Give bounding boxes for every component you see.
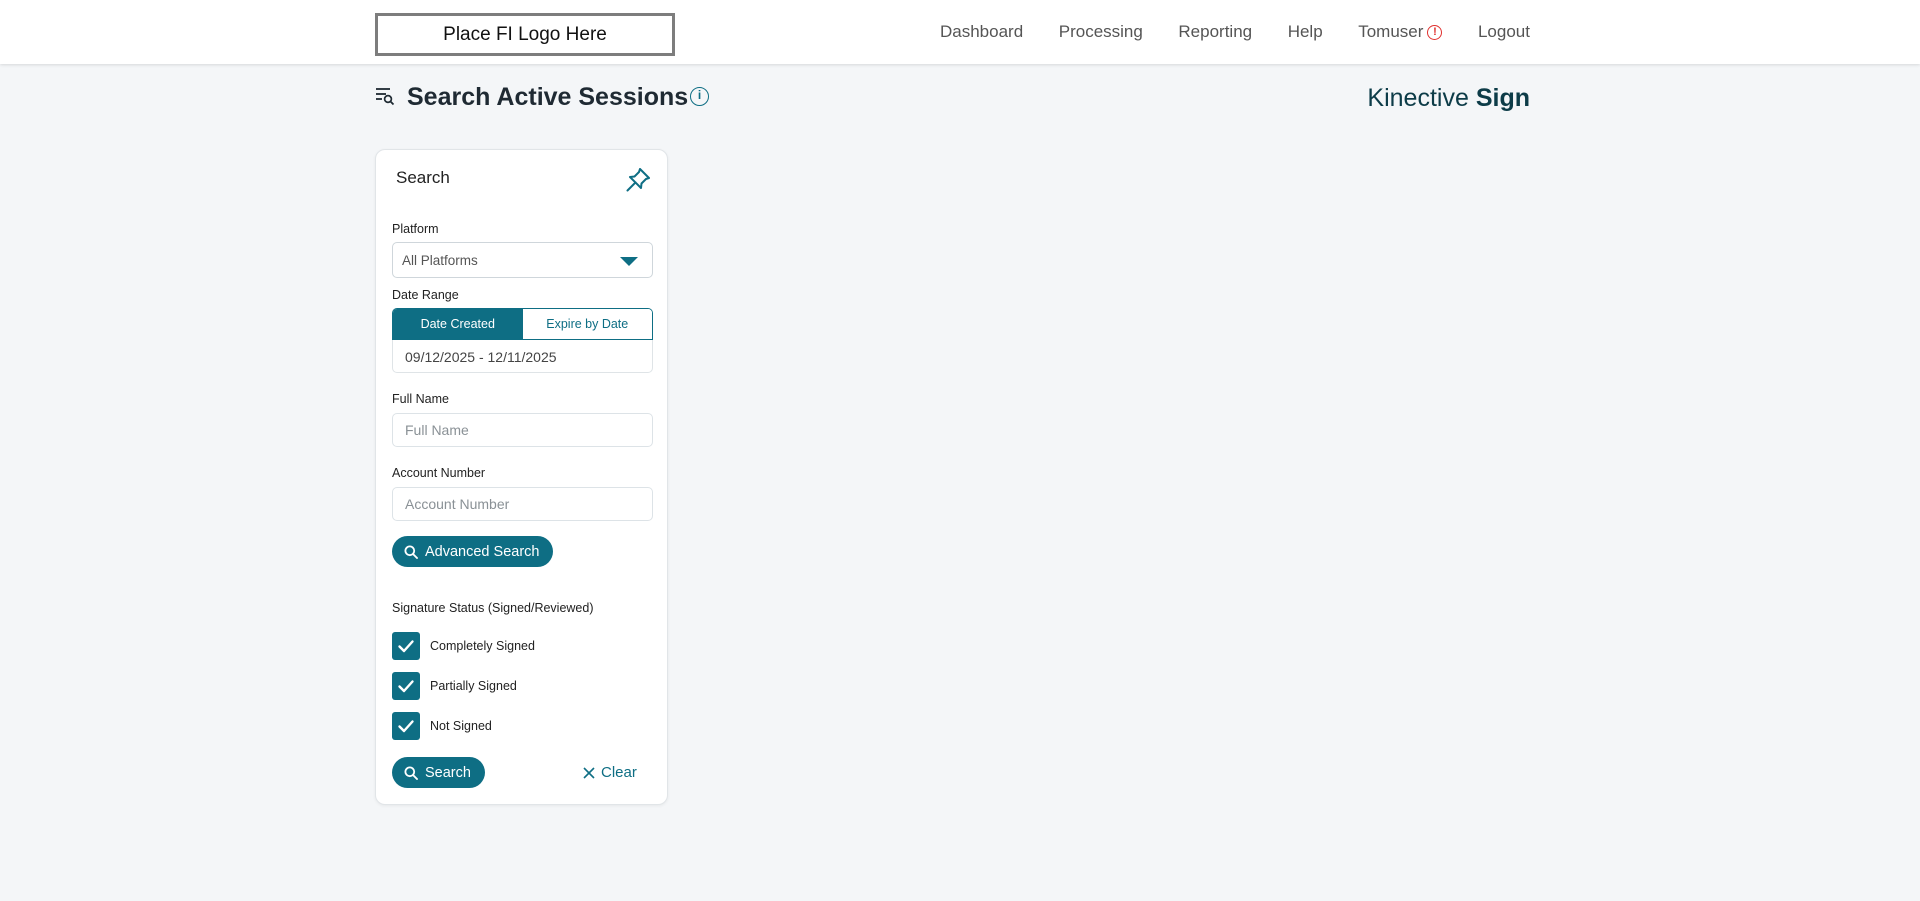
pin-icon[interactable]: [624, 166, 652, 194]
exclamation-circle-icon: !: [1427, 24, 1443, 40]
search-icon: [404, 766, 418, 780]
info-icon[interactable]: i: [690, 87, 709, 106]
nav-logout[interactable]: Logout: [1478, 22, 1530, 42]
search-icon: [404, 545, 418, 559]
checkbox-completely-signed[interactable]: Completely Signed: [392, 632, 535, 660]
nav-reporting[interactable]: Reporting: [1178, 22, 1252, 42]
checkbox-partially-signed[interactable]: Partially Signed: [392, 672, 517, 700]
kinective-sign-logo: Kinective Sign: [1300, 84, 1530, 113]
signature-status-label: Signature Status (Signed/Reviewed): [392, 601, 594, 615]
clear-button-label: Clear: [601, 764, 637, 781]
search-panel-title: Search: [396, 168, 450, 187]
status-partially-signed: Partially Signed: [430, 679, 517, 693]
checkbox-checked[interactable]: [392, 632, 420, 660]
checkbox-checked[interactable]: [392, 712, 420, 740]
search-list-icon: [376, 88, 395, 106]
status-completely-signed: Completely Signed: [430, 639, 535, 653]
nav-processing[interactable]: Processing: [1059, 22, 1143, 42]
date-type-toggle: Date Created Expire by Date: [392, 308, 653, 340]
advanced-search-label: Advanced Search: [425, 543, 540, 560]
top-navbar: Place FI Logo Here Dashboard Processing …: [0, 0, 1920, 64]
account-number-input[interactable]: [392, 487, 653, 521]
main-nav: Dashboard Processing Reporting Help Tomu…: [940, 0, 1530, 64]
caret-down-icon: [620, 257, 638, 266]
tab-date-created[interactable]: Date Created: [393, 309, 523, 339]
clear-button[interactable]: Clear: [583, 764, 637, 781]
search-panel: Search Platform All Platforms Date Range…: [375, 149, 668, 805]
nav-help[interactable]: Help: [1288, 22, 1323, 42]
platform-select-value: All Platforms: [402, 253, 478, 268]
date-range-input[interactable]: 09/12/2025 - 12/11/2025: [392, 340, 653, 373]
brand-light: Kinective: [1367, 84, 1469, 112]
brand-bold: Sign: [1475, 84, 1530, 112]
fi-logo-placeholder[interactable]: Place FI Logo Here: [375, 13, 675, 56]
check-icon: [398, 680, 414, 693]
check-icon: [398, 720, 414, 733]
platform-select[interactable]: All Platforms: [392, 242, 653, 278]
date-range-value: 09/12/2025 - 12/11/2025: [405, 349, 557, 365]
nav-user-name: Tomuser: [1358, 22, 1424, 41]
checkbox-checked[interactable]: [392, 672, 420, 700]
search-button[interactable]: Search: [392, 757, 485, 788]
nav-user-menu[interactable]: Tomuser !: [1358, 22, 1443, 42]
full-name-input[interactable]: [392, 413, 653, 447]
status-not-signed: Not Signed: [430, 719, 492, 733]
account-number-label: Account Number: [392, 466, 486, 480]
platform-label: Platform: [392, 222, 439, 236]
full-name-label: Full Name: [392, 392, 449, 406]
check-icon: [398, 640, 414, 653]
close-icon: [583, 766, 595, 779]
checkbox-not-signed[interactable]: Not Signed: [392, 712, 492, 740]
search-button-label: Search: [425, 764, 471, 781]
advanced-search-button[interactable]: Advanced Search: [392, 536, 554, 567]
tab-expire-by-date[interactable]: Expire by Date: [522, 309, 652, 339]
date-range-label: Date Range: [392, 288, 459, 302]
page-title: Search Active Sessions: [407, 83, 689, 111]
nav-dashboard[interactable]: Dashboard: [940, 22, 1023, 42]
